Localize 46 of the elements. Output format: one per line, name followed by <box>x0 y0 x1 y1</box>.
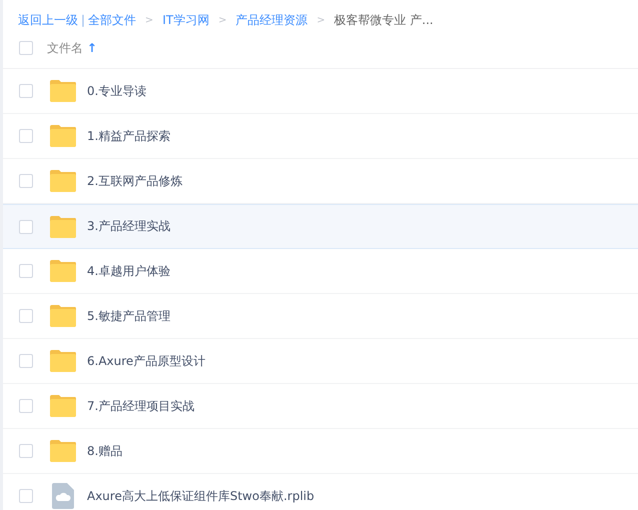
file-name[interactable]: 1.精益产品探索 <box>87 128 170 144</box>
select-all-checkbox[interactable] <box>19 41 33 55</box>
breadcrumb-separator: > <box>316 14 326 26</box>
row-checkbox[interactable] <box>19 399 33 413</box>
file-name[interactable]: 6.Axure产品原型设计 <box>87 352 206 370</box>
file-row[interactable]: 5.敏捷产品管理 <box>3 294 638 339</box>
folder-icon <box>49 170 77 192</box>
file-name[interactable]: 3.产品经理实战 <box>87 218 170 235</box>
file-name[interactable]: 8.赠品 <box>87 442 122 460</box>
row-checkbox[interactable] <box>19 174 33 188</box>
folder-icon <box>49 260 77 282</box>
breadcrumb-separator: > <box>145 14 154 26</box>
file-row[interactable]: 7.产品经理项目实战 <box>3 384 638 429</box>
row-checkbox[interactable] <box>19 220 33 234</box>
file-name[interactable]: 0.专业导读 <box>87 82 146 100</box>
cloud-file-icon <box>52 483 74 509</box>
column-header[interactable]: 文件名 <box>47 40 83 56</box>
file-row[interactable]: 0.专业导读 <box>3 69 638 114</box>
file-name[interactable]: 4.卓越用户体验 <box>87 262 170 280</box>
file-row[interactable]: Axure高大上低保证组件库Stwo奉献.rplib <box>3 474 638 510</box>
row-checkbox[interactable] <box>19 264 33 278</box>
row-checkbox[interactable] <box>19 354 33 368</box>
file-name[interactable]: 7.产品经理项目实战 <box>87 398 194 414</box>
file-name[interactable]: Axure高大上低保证组件库Stwo奉献.rplib <box>87 488 314 504</box>
file-name[interactable]: 5.敏捷产品管理 <box>87 308 170 324</box>
breadcrumb-separator: > <box>218 14 227 26</box>
folder-icon <box>49 125 77 147</box>
file-row[interactable]: 3.产品经理实战 <box>3 204 638 249</box>
file-row[interactable]: 6.Axure产品原型设计 <box>3 339 638 384</box>
folder-icon <box>49 80 77 102</box>
row-checkbox[interactable] <box>19 84 33 98</box>
row-checkbox[interactable] <box>19 129 33 143</box>
file-name[interactable]: 2.互联网产品修炼 <box>87 172 182 190</box>
file-row[interactable]: 1.精益产品探索 <box>3 114 638 159</box>
row-checkbox[interactable] <box>19 489 33 503</box>
breadcrumb-current: 极客帮微专业 产... <box>334 12 434 28</box>
row-checkbox[interactable] <box>19 444 33 458</box>
folder-icon <box>49 440 77 462</box>
folder-icon <box>49 350 77 372</box>
folder-icon <box>49 305 77 327</box>
file-row[interactable]: 8.赠品 <box>3 429 638 474</box>
file-row[interactable]: 4.卓越用户体验 <box>3 249 638 294</box>
folder-icon <box>49 395 77 417</box>
row-checkbox[interactable] <box>19 309 33 323</box>
breadcrumb-divider-text: | <box>81 13 86 27</box>
folder-icon <box>49 216 77 238</box>
